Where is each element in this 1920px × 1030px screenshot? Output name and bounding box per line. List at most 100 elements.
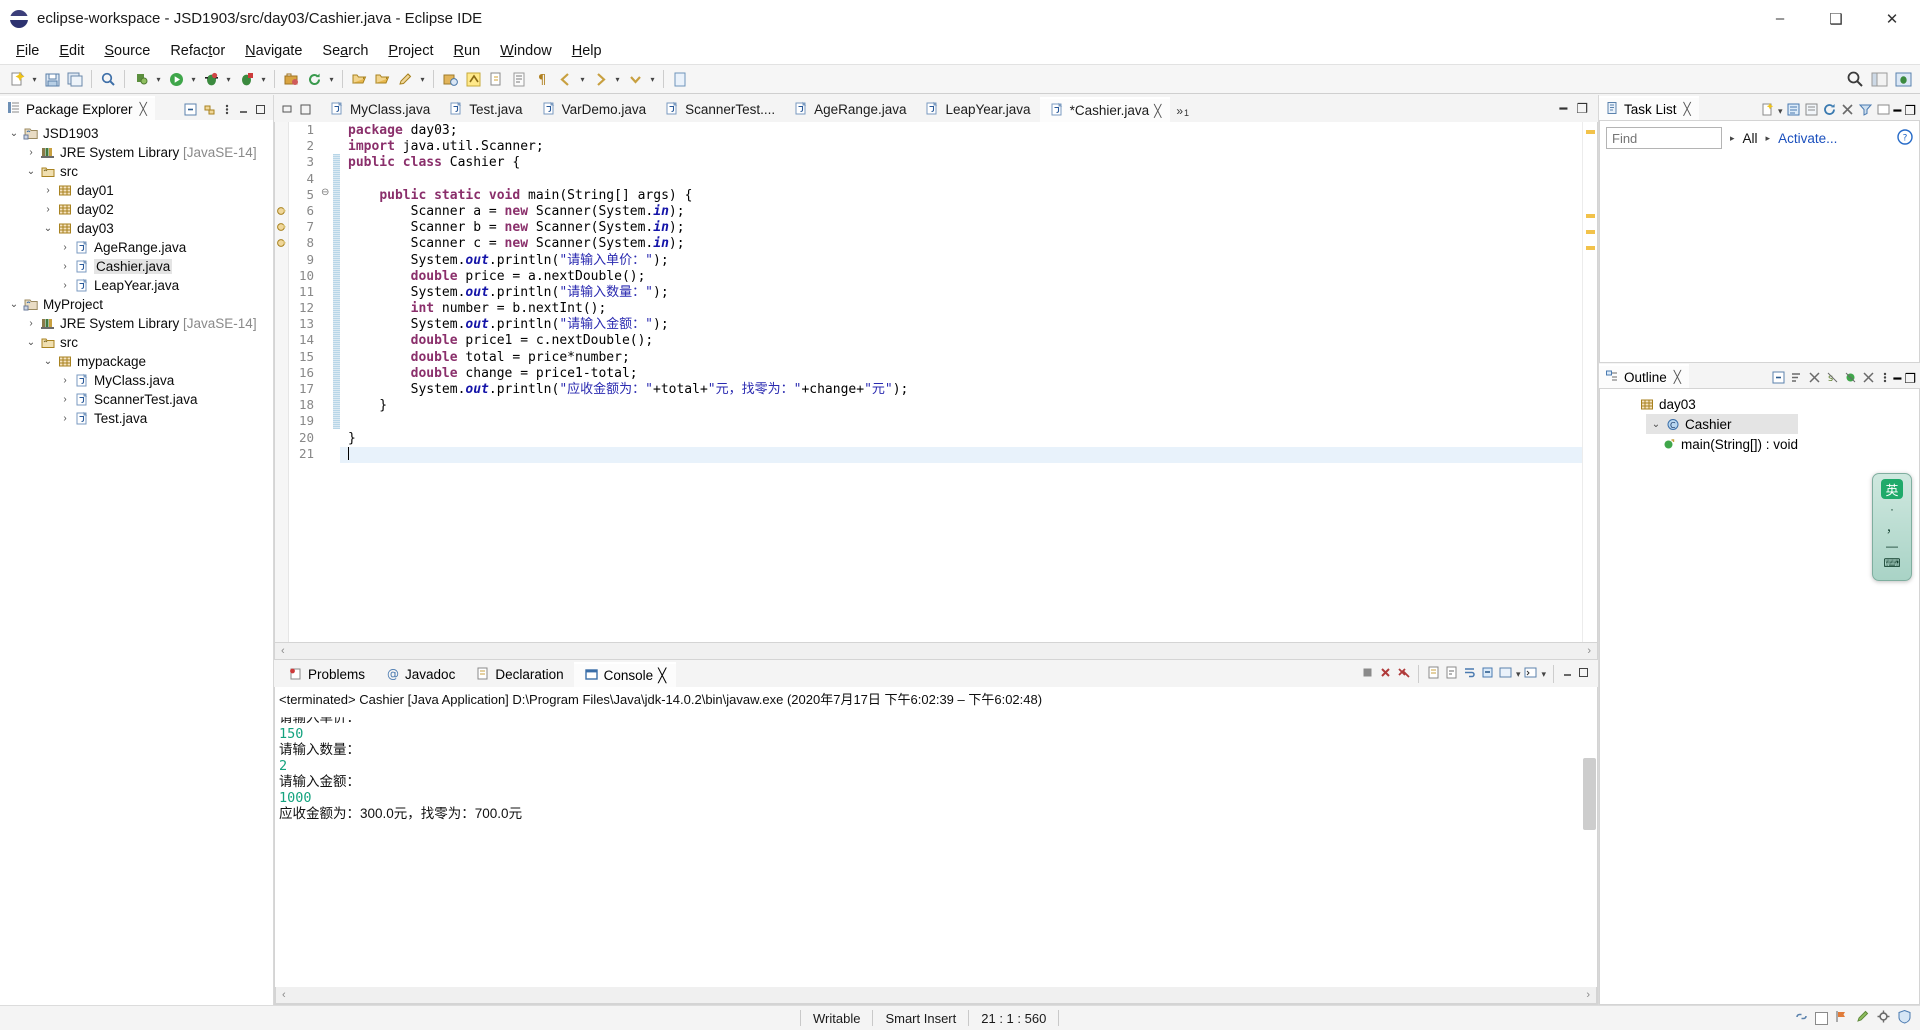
menu-search[interactable]: Search xyxy=(312,40,378,62)
menu-edit[interactable]: Edit xyxy=(49,40,94,62)
outline-item-day03[interactable]: day03 xyxy=(1600,394,1919,414)
tree-item-myproject[interactable]: ⌄ MyProject xyxy=(0,295,273,314)
fold-marker[interactable] xyxy=(319,219,333,235)
remove-console-icon[interactable] xyxy=(1378,665,1393,683)
fold-marker[interactable] xyxy=(319,316,333,332)
console-horizontal-scrollbar[interactable]: ‹ › xyxy=(275,987,1597,1004)
search-small-icon[interactable] xyxy=(97,68,119,90)
fold-marker[interactable] xyxy=(319,171,333,187)
fold-marker[interactable] xyxy=(319,300,333,316)
open-resource-icon[interactable] xyxy=(371,68,393,90)
code-line[interactable] xyxy=(340,172,1582,188)
new-wizard-icon[interactable] xyxy=(6,68,28,90)
menu-file[interactable]: FFileile xyxy=(6,40,49,62)
menu-navigate[interactable]: Navigate xyxy=(235,40,312,62)
outline-item-cashier[interactable]: ⌄ C Cashier xyxy=(1646,414,1798,434)
status-flag-icon[interactable] xyxy=(1834,1009,1849,1027)
task-view-menu-icon[interactable] xyxy=(1876,102,1891,120)
open-task-icon[interactable] xyxy=(394,68,416,90)
fold-marker[interactable] xyxy=(319,235,333,251)
console-scroll-right-icon[interactable]: › xyxy=(1586,989,1590,1001)
editor-tab-scannertest....[interactable]: ScannerTest.... xyxy=(655,97,784,122)
code-line[interactable]: Scanner c = new Scanner(System.in); xyxy=(340,236,1582,252)
fold-marker[interactable] xyxy=(319,430,333,446)
refresh-icon[interactable] xyxy=(303,68,325,90)
scheduled-presentation-icon[interactable] xyxy=(1804,102,1819,120)
search-tasks-icon[interactable] xyxy=(439,68,461,90)
code-line[interactable]: Scanner a = new Scanner(System.in); xyxy=(340,204,1582,220)
menu-help[interactable]: Help xyxy=(562,40,612,62)
menu-window[interactable]: Window xyxy=(490,40,562,62)
overview-marker[interactable] xyxy=(1586,130,1595,134)
fold-marker[interactable] xyxy=(319,252,333,268)
activate-link[interactable]: Activate... xyxy=(1778,131,1837,146)
outline-twisty-icon[interactable]: ⌄ xyxy=(1648,419,1664,430)
maximize-view-icon[interactable] xyxy=(254,103,267,119)
status-link-icon[interactable] xyxy=(1794,1009,1809,1027)
tree-item-scannertest-java[interactable]: › ScannerTest.java xyxy=(0,390,273,409)
fold-marker[interactable] xyxy=(319,284,333,300)
editor-tab-agerange.java[interactable]: AgeRange.java xyxy=(784,97,915,122)
tree-item-day02[interactable]: › day02 xyxy=(0,200,273,219)
terminate-all-icon[interactable] xyxy=(1360,665,1375,683)
warning-icon[interactable] xyxy=(276,221,288,233)
collapse-all-outline-icon[interactable] xyxy=(1771,370,1786,388)
fold-marker[interactable] xyxy=(319,154,333,170)
task-panel-minimize-icon[interactable]: ━ xyxy=(1894,103,1902,119)
bottom-minimize-icon[interactable] xyxy=(1561,666,1574,682)
fold-marker[interactable] xyxy=(319,349,333,365)
scroll-left-icon[interactable]: ‹ xyxy=(281,645,285,657)
collapse-all-icon[interactable] xyxy=(183,102,198,120)
menu-refactor[interactable]: Refactor xyxy=(160,40,235,62)
code-line[interactable]: Scanner b = new Scanner(System.in); xyxy=(340,220,1582,236)
coverage-icon[interactable] xyxy=(235,68,257,90)
tree-item-jre-system-library[interactable]: › JRE System Library [JavaSE-14] xyxy=(0,143,273,162)
code-line[interactable]: System.out.println("应收金额为："+total+"元，找零为… xyxy=(340,382,1582,398)
tree-twisty-icon[interactable]: › xyxy=(57,261,73,272)
scroll-lock-icon[interactable] xyxy=(1444,665,1459,683)
ime-dot-icon[interactable]: · xyxy=(1890,502,1894,516)
tree-twisty-icon[interactable]: › xyxy=(23,147,39,158)
code-line[interactable]: int number = b.nextInt(); xyxy=(340,301,1582,317)
status-shield-icon[interactable] xyxy=(1897,1009,1912,1027)
new-wizard-dropdown-icon[interactable]: ▾ xyxy=(29,68,40,90)
find-all-label[interactable]: All xyxy=(1743,131,1758,146)
task-find-input[interactable] xyxy=(1606,127,1722,149)
new-task-chevron-icon[interactable]: ▾ xyxy=(1778,106,1783,117)
fold-marker[interactable] xyxy=(319,203,333,219)
tree-item-src[interactable]: ⌄ src xyxy=(0,162,273,181)
fold-marker[interactable] xyxy=(319,413,333,429)
code-line[interactable]: package day03; xyxy=(340,123,1582,139)
close-button[interactable]: ✕ xyxy=(1864,0,1920,38)
view-menu-icon[interactable] xyxy=(221,102,233,120)
code-editor[interactable]: 1 2 3 4 5 6 7 8 9 10 11 12 13 14 15 16 17 18 19 20 21 ⊖ pack… xyxy=(274,122,1598,643)
editor-maximize-icon[interactable]: ❐ xyxy=(1576,101,1588,117)
code-line[interactable]: public class Cashier { xyxy=(340,155,1582,171)
tree-twisty-icon[interactable]: › xyxy=(23,318,39,329)
new-window-icon[interactable] xyxy=(669,68,691,90)
tree-item-jsd1903[interactable]: ⌄ JSD1903 xyxy=(0,124,273,143)
bottom-tab-problems[interactable]: Problems xyxy=(278,662,375,687)
minimize-view-icon[interactable] xyxy=(237,103,250,119)
coverage-dropdown-icon[interactable]: ▾ xyxy=(258,68,269,90)
code-line[interactable]: double total = price*number; xyxy=(340,350,1582,366)
fold-marker[interactable] xyxy=(319,268,333,284)
maximize-editor-icon[interactable] xyxy=(300,103,311,118)
perspective-java-icon[interactable] xyxy=(1868,68,1890,90)
clear-console-icon[interactable] xyxy=(1426,665,1441,683)
refresh-dropdown-icon[interactable]: ▾ xyxy=(326,68,337,90)
debug-icon[interactable] xyxy=(200,68,222,90)
new-task-icon[interactable] xyxy=(1760,102,1775,120)
tree-item-jre-system-library[interactable]: › JRE System Library [JavaSE-14] xyxy=(0,314,273,333)
tree-twisty-icon[interactable]: › xyxy=(57,242,73,253)
folding-gutter[interactable]: ⊖ xyxy=(319,122,333,642)
fold-marker[interactable] xyxy=(319,365,333,381)
tree-twisty-icon[interactable]: ⌄ xyxy=(6,128,22,139)
new-java-dropdown-icon[interactable]: ▾ xyxy=(153,68,164,90)
console-scroll-left-icon[interactable]: ‹ xyxy=(282,989,286,1001)
hide-nonpublic-icon[interactable] xyxy=(1843,370,1858,388)
save-icon[interactable] xyxy=(41,68,63,90)
tree-item-mypackage[interactable]: ⌄ mypackage xyxy=(0,352,273,371)
hide-static-icon[interactable]: s xyxy=(1825,370,1840,388)
editor-tab-overflow[interactable]: » 1 xyxy=(1170,104,1197,122)
